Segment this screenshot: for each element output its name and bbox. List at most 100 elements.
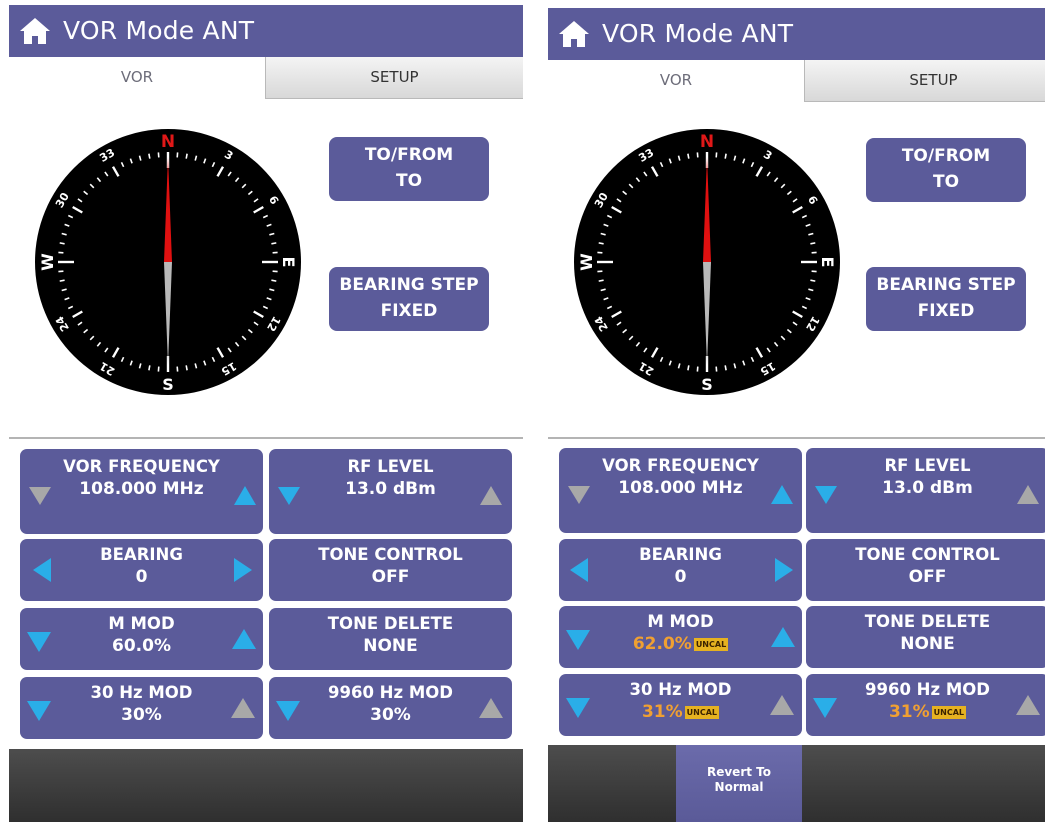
mod-30hz-value-row: 31% UNCAL <box>559 700 802 724</box>
vor-screen-left: VOR Mode ANT VOR SETUP N S E W 3 6 12 15… <box>9 5 523 822</box>
home-icon[interactable] <box>19 16 51 46</box>
revert-to-normal-button[interactable]: Revert To Normal <box>676 745 802 822</box>
tone-delete-value: NONE <box>900 634 955 654</box>
rf-level-down-icon[interactable] <box>813 481 839 507</box>
mod-9960hz-uncal-badge: UNCAL <box>931 706 967 719</box>
tone-control-value: OFF <box>371 567 410 587</box>
to-from-label: TO/FROM <box>901 146 991 166</box>
tab-vor[interactable]: VOR <box>548 60 804 102</box>
tone-control-button[interactable]: TONE CONTROL OFF <box>806 539 1045 601</box>
tone-control-button[interactable]: TONE CONTROL OFF <box>269 539 512 601</box>
m-mod-up-icon[interactable] <box>231 626 257 652</box>
mod-9960hz-down-icon[interactable] <box>812 694 838 720</box>
compass-rose: N S E W 3 6 12 15 21 24 30 33 <box>33 127 303 397</box>
vor-frequency-down-icon[interactable] <box>566 481 592 507</box>
bearing-step-label: BEARING STEP <box>876 275 1016 295</box>
revert-line2: Normal <box>714 780 764 794</box>
vor-frequency-control: VOR FREQUENCY 108.000 MHz <box>20 449 263 534</box>
vor-frequency-control: VOR FREQUENCY 108.000 MHz <box>559 448 802 533</box>
home-icon[interactable] <box>558 19 590 49</box>
compass-tick <box>59 279 65 282</box>
tone-delete-button[interactable]: TONE DELETE NONE <box>269 608 512 670</box>
mod-9960hz-down-icon[interactable] <box>275 697 301 723</box>
m-mod-down-icon[interactable] <box>565 626 591 652</box>
compass-tick <box>810 279 816 282</box>
revert-line1: Revert To <box>706 765 771 779</box>
compass-tick <box>271 242 277 245</box>
compass-tick <box>598 279 604 282</box>
title-bar: VOR Mode ANT <box>9 5 523 57</box>
bearing-left-icon[interactable] <box>29 557 55 583</box>
mod-9960hz-value-row: 31% UNCAL <box>806 700 1045 724</box>
to-from-value: TO <box>395 171 423 191</box>
m-mod-up-icon[interactable] <box>770 624 796 650</box>
mod-30hz-up-icon[interactable] <box>769 692 795 718</box>
vor-frequency-label: VOR FREQUENCY <box>602 456 759 475</box>
mod-30hz-control: 30 Hz MOD 31% UNCAL <box>559 674 802 736</box>
tone-delete-value: NONE <box>363 636 418 656</box>
tone-control-label: TONE CONTROL <box>318 545 463 564</box>
section-divider <box>9 437 523 439</box>
rf-level-down-icon[interactable] <box>276 482 302 508</box>
tone-delete-label: TONE DELETE <box>327 614 454 633</box>
title-bar: VOR Mode ANT <box>548 8 1045 60</box>
compass-tick <box>59 242 65 245</box>
compass-tick <box>687 365 690 371</box>
vor-frequency-label: VOR FREQUENCY <box>63 457 220 476</box>
bearing-right-icon[interactable] <box>771 557 797 583</box>
compass-tick <box>724 365 727 371</box>
vor-frequency-value: 108.000 MHz <box>79 479 204 499</box>
tab-bar: VOR SETUP <box>548 60 1045 102</box>
mod-30hz-up-icon[interactable] <box>230 695 256 721</box>
bearing-step-button[interactable]: BEARING STEP FIXED <box>329 267 489 331</box>
compass-label-w: W <box>38 253 57 271</box>
bearing-value: 0 <box>674 567 687 587</box>
section-divider <box>548 437 1045 439</box>
rf-level-up-icon[interactable] <box>1015 481 1041 507</box>
bearing-step-button[interactable]: BEARING STEP FIXED <box>866 267 1026 331</box>
mod-9960hz-up-icon[interactable] <box>478 695 504 721</box>
mod-30hz-label: 30 Hz MOD <box>629 680 732 699</box>
compass-label-e: E <box>818 257 837 268</box>
tab-setup[interactable]: SETUP <box>265 57 523 99</box>
m-mod-down-icon[interactable] <box>26 628 52 654</box>
rf-level-up-icon[interactable] <box>478 482 504 508</box>
compass-label-e: E <box>279 257 298 268</box>
bearing-label: BEARING <box>639 545 722 564</box>
mod-30hz-control: 30 Hz MOD 30% <box>20 677 263 739</box>
bearing-right-icon[interactable] <box>230 557 256 583</box>
vor-frequency-up-icon[interactable] <box>769 481 795 507</box>
bearing-control: BEARING 0 <box>20 539 263 601</box>
compass-label-n: N <box>700 132 714 152</box>
m-mod-label: M MOD <box>647 612 714 631</box>
to-from-label: TO/FROM <box>364 145 454 165</box>
page-title: VOR Mode ANT <box>602 19 794 48</box>
vor-frequency-up-icon[interactable] <box>232 482 258 508</box>
m-mod-label: M MOD <box>108 614 175 633</box>
bottom-bar: Revert To Normal <box>548 745 1045 822</box>
bearing-left-icon[interactable] <box>566 557 592 583</box>
to-from-button[interactable]: TO/FROM TO <box>329 137 489 201</box>
mod-30hz-down-icon[interactable] <box>26 697 52 723</box>
compass-tick <box>185 365 188 371</box>
vor-frequency-value: 108.000 MHz <box>618 478 743 498</box>
to-from-button[interactable]: TO/FROM TO <box>866 138 1026 202</box>
mod-30hz-down-icon[interactable] <box>565 694 591 720</box>
rf-level-value: 13.0 dBm <box>345 479 436 499</box>
m-mod-value: 62.0% <box>632 634 692 654</box>
mod-30hz-uncal-badge: UNCAL <box>684 706 720 719</box>
bearing-step-label: BEARING STEP <box>339 275 479 295</box>
compass-tick <box>724 153 727 159</box>
compass-label-s: S <box>701 375 713 394</box>
compass-tick <box>810 242 816 245</box>
compass-tick <box>185 153 188 159</box>
mod-9960hz-label: 9960 Hz MOD <box>328 683 453 702</box>
vor-frequency-down-icon[interactable] <box>27 482 53 508</box>
page-title: VOR Mode ANT <box>63 16 255 45</box>
mod-9960hz-value: 30% <box>370 705 411 725</box>
tab-setup[interactable]: SETUP <box>804 60 1045 102</box>
tab-vor[interactable]: VOR <box>9 57 265 99</box>
mod-9960hz-up-icon[interactable] <box>1015 692 1041 718</box>
compass-rose: N S E W 3 6 12 15 21 24 30 33 <box>572 127 842 397</box>
tone-delete-button[interactable]: TONE DELETE NONE <box>806 606 1045 668</box>
